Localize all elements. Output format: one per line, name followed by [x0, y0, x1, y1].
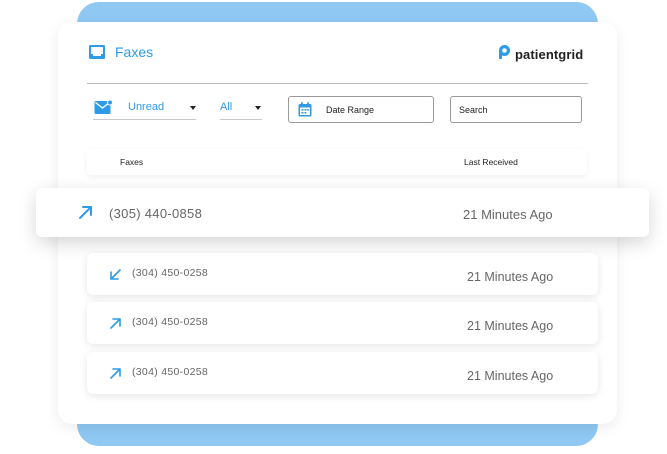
last-received: 21 Minutes Ago — [467, 369, 554, 383]
inbox-icon — [88, 44, 106, 60]
fax-number: (304) 450-0258 — [132, 316, 209, 328]
fax-number: (304) 450-0258 — [132, 366, 209, 378]
search-input[interactable]: Search — [450, 96, 582, 123]
category-filter-dropdown[interactable]: All — [220, 98, 262, 120]
last-received: 21 Minutes Ago — [467, 270, 554, 284]
calendar-icon — [298, 102, 312, 122]
last-received: 21 Minutes Ago — [467, 319, 554, 333]
fax-row-highlighted[interactable]: (305) 440-0858 21 Minutes Ago — [36, 188, 649, 237]
page-title-label: Faxes — [115, 44, 154, 60]
mail-icon — [94, 99, 113, 120]
patientgrid-logo-icon — [498, 44, 511, 65]
column-header-faxes: Faxes — [120, 157, 144, 167]
column-header-last-received: Last Received — [464, 157, 518, 167]
outgoing-arrow-icon — [110, 366, 121, 384]
fax-row[interactable]: (304) 450-0258 21 Minutes Ago — [87, 352, 598, 394]
date-range-placeholder: Date Range — [326, 105, 375, 115]
outgoing-arrow-icon — [78, 205, 93, 225]
header-divider — [87, 83, 588, 84]
chevron-down-icon — [255, 106, 261, 110]
fax-row[interactable]: (304) 450-0258 21 Minutes Ago — [87, 302, 598, 344]
table-header: Faxes Last Received — [87, 149, 587, 175]
status-filter-dropdown[interactable]: Unread — [93, 98, 196, 120]
category-filter-value: All — [220, 101, 233, 113]
page-title: Faxes — [88, 44, 153, 60]
outgoing-arrow-icon — [110, 316, 121, 334]
brand-logo: patientgrid — [498, 44, 583, 65]
incoming-arrow-icon — [110, 267, 121, 285]
date-range-picker[interactable]: Date Range — [288, 96, 434, 123]
fax-number: (305) 440-0858 — [109, 206, 203, 221]
last-received: 21 Minutes Ago — [463, 207, 553, 222]
search-placeholder: Search — [459, 105, 488, 115]
brand-name: patientgrid — [515, 47, 584, 62]
chevron-down-icon — [190, 106, 196, 110]
status-filter-value: Unread — [128, 101, 165, 113]
fax-row[interactable]: (304) 450-0258 21 Minutes Ago — [87, 253, 598, 295]
fax-number: (304) 450-0258 — [132, 267, 209, 279]
